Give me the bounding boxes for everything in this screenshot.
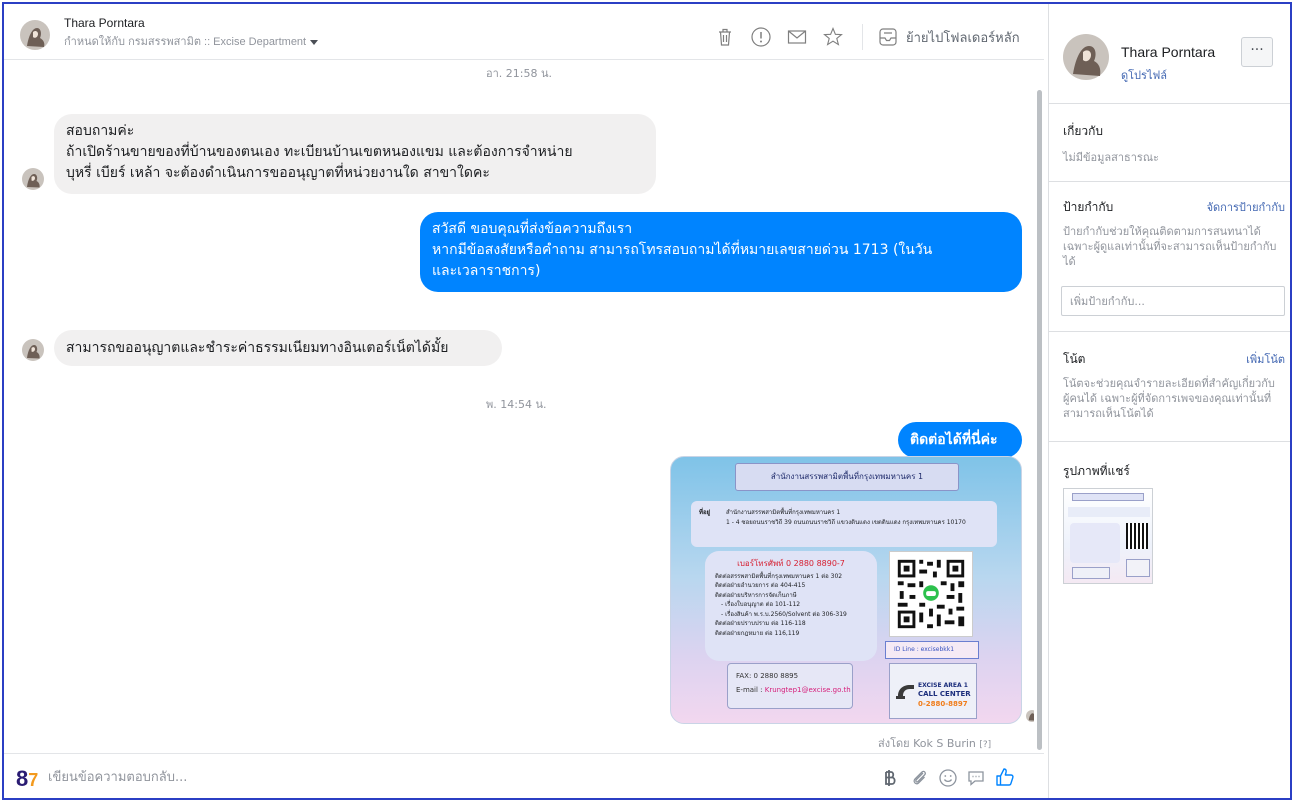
sent-by-help[interactable]: [?] — [979, 740, 991, 750]
phone-icon — [896, 685, 914, 699]
image-phone-line: ติดต่อฝ่ายกฎหมาย ต่อ 116,119 — [715, 629, 800, 637]
about-text: ไม่มีข้อมูลสาธารณะ — [1063, 151, 1159, 164]
labels-section: ป้ายกำกับ จัดการป้ายกำกับ ป้ายกำกับช่วยใ… — [1049, 182, 1290, 332]
image-email-label: E-mail : — [736, 686, 763, 694]
app-logo-text: 8 — [16, 766, 29, 791]
labels-text: ป้ายกำกับช่วยให้คุณติดตามการสนทนาได้ เฉพ… — [1063, 225, 1277, 268]
message-line: สวัสดี ขอบคุณที่ส่งข้อความถึงเรา — [432, 221, 633, 237]
about-title: เกี่ยวกับ — [1063, 124, 1104, 138]
outgoing-message[interactable]: สวัสดี ขอบคุณที่ส่งข้อความถึงเรา หากมีข้… — [420, 212, 1022, 292]
image-phone-line: - เรื่องใบอนุญาต ต่อ 101-112 — [721, 601, 801, 608]
contact-card: Thara Porntara ดูโปรไฟล์ ··· — [1049, 4, 1290, 104]
app-logo-mark: 7 — [28, 770, 39, 790]
profile-name: Thara Porntara — [1121, 44, 1216, 60]
call-center-number: 0-2880-8897 — [918, 700, 968, 708]
message-line: และเวลาราชการ) — [432, 263, 541, 279]
chevron-down-icon — [310, 39, 319, 45]
message-thread[interactable]: อา. 21:58 น. สอบถามค่ะ ถ้าเปิดร้านขายของ… — [4, 60, 1044, 753]
shared-photos-title: รูปภาพที่แชร์ — [1063, 464, 1130, 478]
profile-avatar[interactable] — [1063, 34, 1109, 80]
thumb-call-center — [1126, 559, 1150, 577]
image-phone-line: ติดต่อฝ่ายปราบปราม ต่อ 116-118 — [715, 620, 806, 627]
sender-avatar[interactable] — [22, 168, 44, 190]
message-line: ติดต่อได้ที่นี่ค่ะ — [910, 432, 998, 448]
conversation-header: Thara Porntara กำหนดให้กับ กรมสรรพสามิต … — [4, 4, 1044, 60]
image-phone-line: ติดต่อสรรพสามิตพื้นที่กรุงเทพมหานคร 1 ต่… — [715, 572, 843, 580]
image-address-line: สำนักงานสรรพสามิตพื้นที่กรุงเทพมหานคร 1 — [726, 509, 841, 516]
move-to-main-folder-button[interactable]: ย้ายไปโฟลเดอร์หลัก — [878, 24, 1020, 50]
like-icon[interactable] — [994, 766, 1016, 788]
thumb-fax — [1072, 567, 1110, 579]
inbox-icon — [879, 28, 897, 46]
notes-section: โน้ต เพิ่มโน้ต โน้ตจะช่วยคุณจำรายละเอียด… — [1049, 332, 1290, 442]
image-line-id: ID Line : excisebkk1 — [885, 641, 979, 659]
app-logo: 87 — [16, 766, 38, 792]
reply-composer: 87 — [4, 753, 1044, 798]
add-label-input[interactable] — [1061, 286, 1285, 316]
image-phone-line: ติดต่อฝ่ายอำนวยการ ต่อ 404-415 — [715, 582, 806, 589]
image-address-label: ที่อยู่ — [699, 509, 711, 516]
message-line: สามารถขออนุญาตและชำระค่าธรรมเนียมทางอินเ… — [66, 340, 449, 356]
image-call-center: EXCISE AREA 1 CALL CENTER 0-2880-8897 — [889, 663, 977, 719]
image-phone-header: เบอร์โทรศัพท์ 0 2880 8890-7 — [737, 559, 845, 568]
saved-reply-icon[interactable] — [966, 768, 986, 788]
more-options-button[interactable]: ··· — [1241, 37, 1273, 67]
inbox-window: Thara Porntara กำหนดให้กับ กรมสรรพสามิต … — [2, 2, 1292, 800]
contact-avatar[interactable] — [20, 20, 50, 50]
image-address-line: 1 - 4 ซอยถนนราชวิถี 39 ถนนถนนราชวิถี แขว… — [726, 519, 966, 526]
notes-title: โน้ต — [1063, 352, 1086, 366]
contact-name[interactable]: Thara Porntara — [64, 16, 145, 30]
alert-icon[interactable] — [750, 26, 772, 48]
star-icon[interactable] — [822, 26, 844, 48]
message-line: หากมีข้อสงสัยหรือคำถาม สามารถโทรสอบถามได… — [432, 242, 933, 258]
image-fax: FAX: 0 2880 8895 — [736, 672, 799, 680]
outgoing-message[interactable]: ติดต่อได้ที่นี่ค่ะ — [898, 422, 1022, 458]
attachment-icon[interactable] — [910, 768, 930, 788]
message-line: สอบถามค่ะ — [66, 123, 135, 139]
sent-by-label: ส่งโดย Kok S Burin [?] — [878, 734, 991, 752]
call-center-line: EXCISE AREA 1 — [918, 682, 968, 689]
assignment-dropdown[interactable]: กำหนดให้กับ กรมสรรพสามิต :: Excise Depar… — [64, 32, 319, 50]
labels-title: ป้ายกำกับ — [1063, 200, 1114, 214]
about-section: เกี่ยวกับ ไม่มีข้อมูลสาธารณะ — [1049, 104, 1290, 182]
contact-details-panel: Thara Porntara ดูโปรไฟล์ ··· เกี่ยวกับ ไ… — [1048, 4, 1290, 798]
thumb-title-bar — [1072, 493, 1144, 501]
qr-code-icon — [889, 551, 973, 637]
add-note-link[interactable]: เพิ่มโน้ต — [1246, 350, 1285, 368]
envelope-icon[interactable] — [786, 26, 808, 48]
thumb-phone-block — [1070, 523, 1120, 563]
notes-text: โน้ตจะช่วยคุณจำรายละเอียดที่สำคัญเกี่ยวก… — [1063, 377, 1275, 420]
call-center-line: CALL CENTER — [918, 690, 971, 698]
emoji-icon[interactable] — [938, 768, 958, 788]
thumb-address — [1068, 507, 1150, 517]
timestamp: พ. 14:54 น. — [486, 398, 547, 411]
image-email: Krungtep1@excise.go.th — [764, 686, 851, 694]
thumb-qr-code — [1126, 523, 1148, 549]
timestamp: อา. 21:58 น. — [486, 67, 552, 80]
move-to-main-folder-label: ย้ายไปโฟลเดอร์หลัก — [906, 30, 1020, 46]
message-line: ถ้าเปิดร้านขายของที่บ้านของตนเอง ทะเบียน… — [66, 144, 573, 160]
image-fax-block: FAX: 0 2880 8895 E-mail : Krungtep1@exci… — [727, 663, 853, 709]
sent-by-text: ส่งโดย Kok S Burin — [878, 737, 976, 750]
incoming-message[interactable]: สอบถามค่ะ ถ้าเปิดร้านขายของที่บ้านของตนเ… — [54, 114, 656, 194]
incoming-message[interactable]: สามารถขออนุญาตและชำระค่าธรรมเนียมทางอินเ… — [54, 330, 502, 366]
scrollbar-thumb[interactable] — [1037, 90, 1042, 750]
header-divider — [862, 24, 863, 50]
view-profile-link[interactable]: ดูโปรไฟล์ — [1121, 66, 1167, 84]
sender-avatar[interactable] — [22, 339, 44, 361]
baht-icon[interactable] — [880, 768, 900, 788]
image-phone-block: เบอร์โทรศัพท์ 0 2880 8890-7 ติดต่อสรรพสา… — [705, 551, 877, 661]
shared-image-attachment[interactable]: สำนักงานสรรพสามิตพื้นที่กรุงเทพมหานคร 1 … — [670, 456, 1022, 724]
shared-photo-thumbnail[interactable] — [1063, 488, 1153, 584]
image-phone-line: - เรื่องสินค้า พ.ร.บ.2560/Solvent ต่อ 30… — [721, 610, 847, 618]
image-address-block: ที่อยู่ สำนักงานสรรพสามิตพื้นที่กรุงเทพม… — [691, 501, 997, 547]
manage-labels-link[interactable]: จัดการป้ายกำกับ — [1207, 198, 1285, 216]
trash-icon[interactable] — [714, 26, 736, 48]
reply-input[interactable] — [48, 766, 548, 788]
scrollbar[interactable] — [1034, 60, 1044, 753]
image-phone-line: ติดต่อฝ่ายบริหารการจัดเก็บภาษี — [715, 591, 797, 599]
message-line: บุหรี่ เบียร์ เหล้า จะต้องดำเนินการขออนุ… — [66, 165, 490, 181]
assignment-label: กำหนดให้กับ กรมสรรพสามิต :: Excise Depar… — [64, 36, 307, 48]
image-title: สำนักงานสรรพสามิตพื้นที่กรุงเทพมหานคร 1 — [735, 463, 959, 491]
